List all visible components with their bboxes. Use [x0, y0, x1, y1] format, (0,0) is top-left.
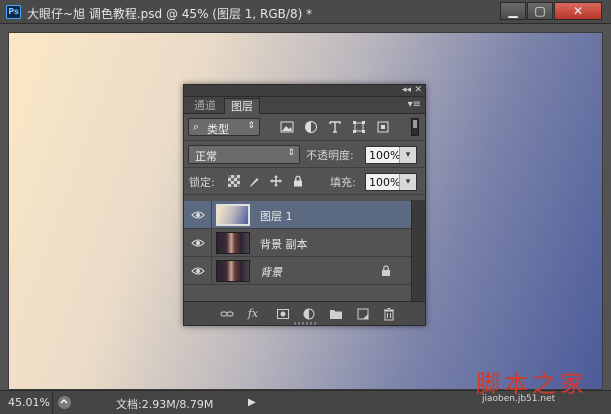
maximize-button[interactable]: ▢: [527, 2, 553, 20]
divider: [211, 257, 212, 285]
blend-mode-select[interactable]: 正常 ⇕: [188, 145, 300, 164]
smart-object-filter-icon[interactable]: [376, 120, 390, 134]
photoshop-app-icon[interactable]: Ps: [6, 5, 21, 19]
adjustment-layer-icon[interactable]: [302, 307, 316, 321]
resize-grip[interactable]: [294, 322, 316, 325]
divider: [211, 201, 212, 229]
lock-image-pixels-icon[interactable]: [248, 175, 260, 187]
layer-thumbnail[interactable]: [216, 260, 250, 282]
eye-visibility-icon[interactable]: [191, 237, 205, 249]
lock-label: 锁定:: [189, 176, 215, 189]
filter-toggle-switch[interactable]: [411, 118, 419, 136]
title-bar: Ps 大眼仔~旭 调色教程.psd @ 45% (图层 1, RGB/8) * …: [0, 0, 611, 24]
divider: [211, 229, 212, 257]
image-filter-icon[interactable]: [280, 120, 294, 134]
panel-header: ◂◂ ✕: [184, 85, 425, 97]
layer-name[interactable]: 背景: [260, 264, 282, 280]
opacity-dropdown-icon[interactable]: ▾: [399, 147, 416, 163]
fill-field[interactable]: 100% ▾: [365, 173, 417, 191]
add-mask-icon[interactable]: [276, 307, 290, 321]
tab-channels[interactable]: 通道: [188, 98, 222, 114]
group-folder-icon[interactable]: [329, 307, 343, 321]
layer-row[interactable]: 背景 副本: [184, 229, 411, 257]
dropdown-arrow-icon: ⇕: [287, 148, 295, 158]
layer-thumbnail[interactable]: [216, 232, 250, 254]
layer-name[interactable]: 背景 副本: [260, 236, 308, 252]
layers-scrollbar[interactable]: [411, 200, 425, 301]
status-menu-arrow-icon[interactable]: ▶: [248, 396, 260, 409]
layers-panel: ◂◂ ✕ 通道 图层 ▾≡ ⌕ 类型 ⇕ 正常 ⇕ 不透明度: 100% ▾ 锁…: [183, 84, 426, 326]
opacity-label: 不透明度:: [306, 149, 354, 162]
lock-row: 锁定: 填充: 100% ▾: [184, 168, 425, 195]
layer-row[interactable]: 图层 1: [184, 201, 411, 229]
opacity-value: 100%: [369, 149, 401, 162]
panel-menu-icon[interactable]: ▾≡: [408, 99, 421, 110]
blend-mode-value: 正常: [195, 150, 217, 163]
adjustment-filter-icon[interactable]: [304, 120, 318, 134]
status-bar: 45.01% 文档:2.93M/8.79M ▶: [0, 390, 611, 414]
panel-tabs: 通道 图层 ▾≡: [184, 97, 425, 114]
trash-icon[interactable]: [382, 307, 396, 321]
tab-layers[interactable]: 图层: [224, 98, 260, 114]
type-filter-icon[interactable]: [328, 120, 342, 134]
collapse-panel-icon[interactable]: ◂◂: [402, 85, 411, 96]
document-size-info: 文档:2.93M/8.79M: [116, 398, 214, 411]
dropdown-arrow-icon: ⇕: [247, 121, 255, 131]
fill-label: 填充:: [330, 176, 356, 189]
document-title: 大眼仔~旭 调色教程.psd @ 45% (图层 1, RGB/8) *: [27, 7, 313, 21]
lock-icon: [381, 265, 391, 279]
lock-position-icon[interactable]: [270, 175, 282, 187]
layers-list: 图层 1 背景 副本 背景: [184, 200, 425, 301]
new-layer-icon[interactable]: [356, 307, 370, 321]
link-layers-icon[interactable]: [220, 307, 234, 321]
layer-row[interactable]: 背景: [184, 257, 411, 285]
minimize-button[interactable]: ▁: [500, 2, 526, 20]
filter-type-label: 类型: [207, 123, 229, 136]
opacity-field[interactable]: 100% ▾: [365, 146, 417, 164]
filter-row: ⌕ 类型 ⇕: [184, 114, 425, 141]
eye-visibility-icon[interactable]: [191, 209, 205, 221]
layer-thumbnail[interactable]: [216, 204, 250, 226]
fx-icon[interactable]: fx: [246, 307, 260, 321]
layer-name[interactable]: 图层 1: [260, 208, 293, 224]
fill-value: 100%: [369, 176, 401, 189]
layer-filter-select[interactable]: ⌕ 类型 ⇕: [188, 118, 260, 136]
shape-filter-icon[interactable]: [352, 120, 366, 134]
search-icon: ⌕: [193, 120, 200, 133]
lock-all-icon[interactable]: [292, 175, 304, 187]
close-panel-icon[interactable]: ✕: [414, 85, 422, 96]
fill-dropdown-icon[interactable]: ▾: [399, 174, 416, 190]
eye-visibility-icon[interactable]: [191, 265, 205, 277]
lock-transparent-pixels-icon[interactable]: [228, 175, 240, 187]
blend-row: 正常 ⇕ 不透明度: 100% ▾: [184, 141, 425, 168]
zoom-level[interactable]: 45.01%: [8, 396, 50, 409]
divider: [52, 391, 53, 414]
close-button[interactable]: ✕: [554, 2, 602, 20]
share-icon[interactable]: [58, 396, 71, 409]
